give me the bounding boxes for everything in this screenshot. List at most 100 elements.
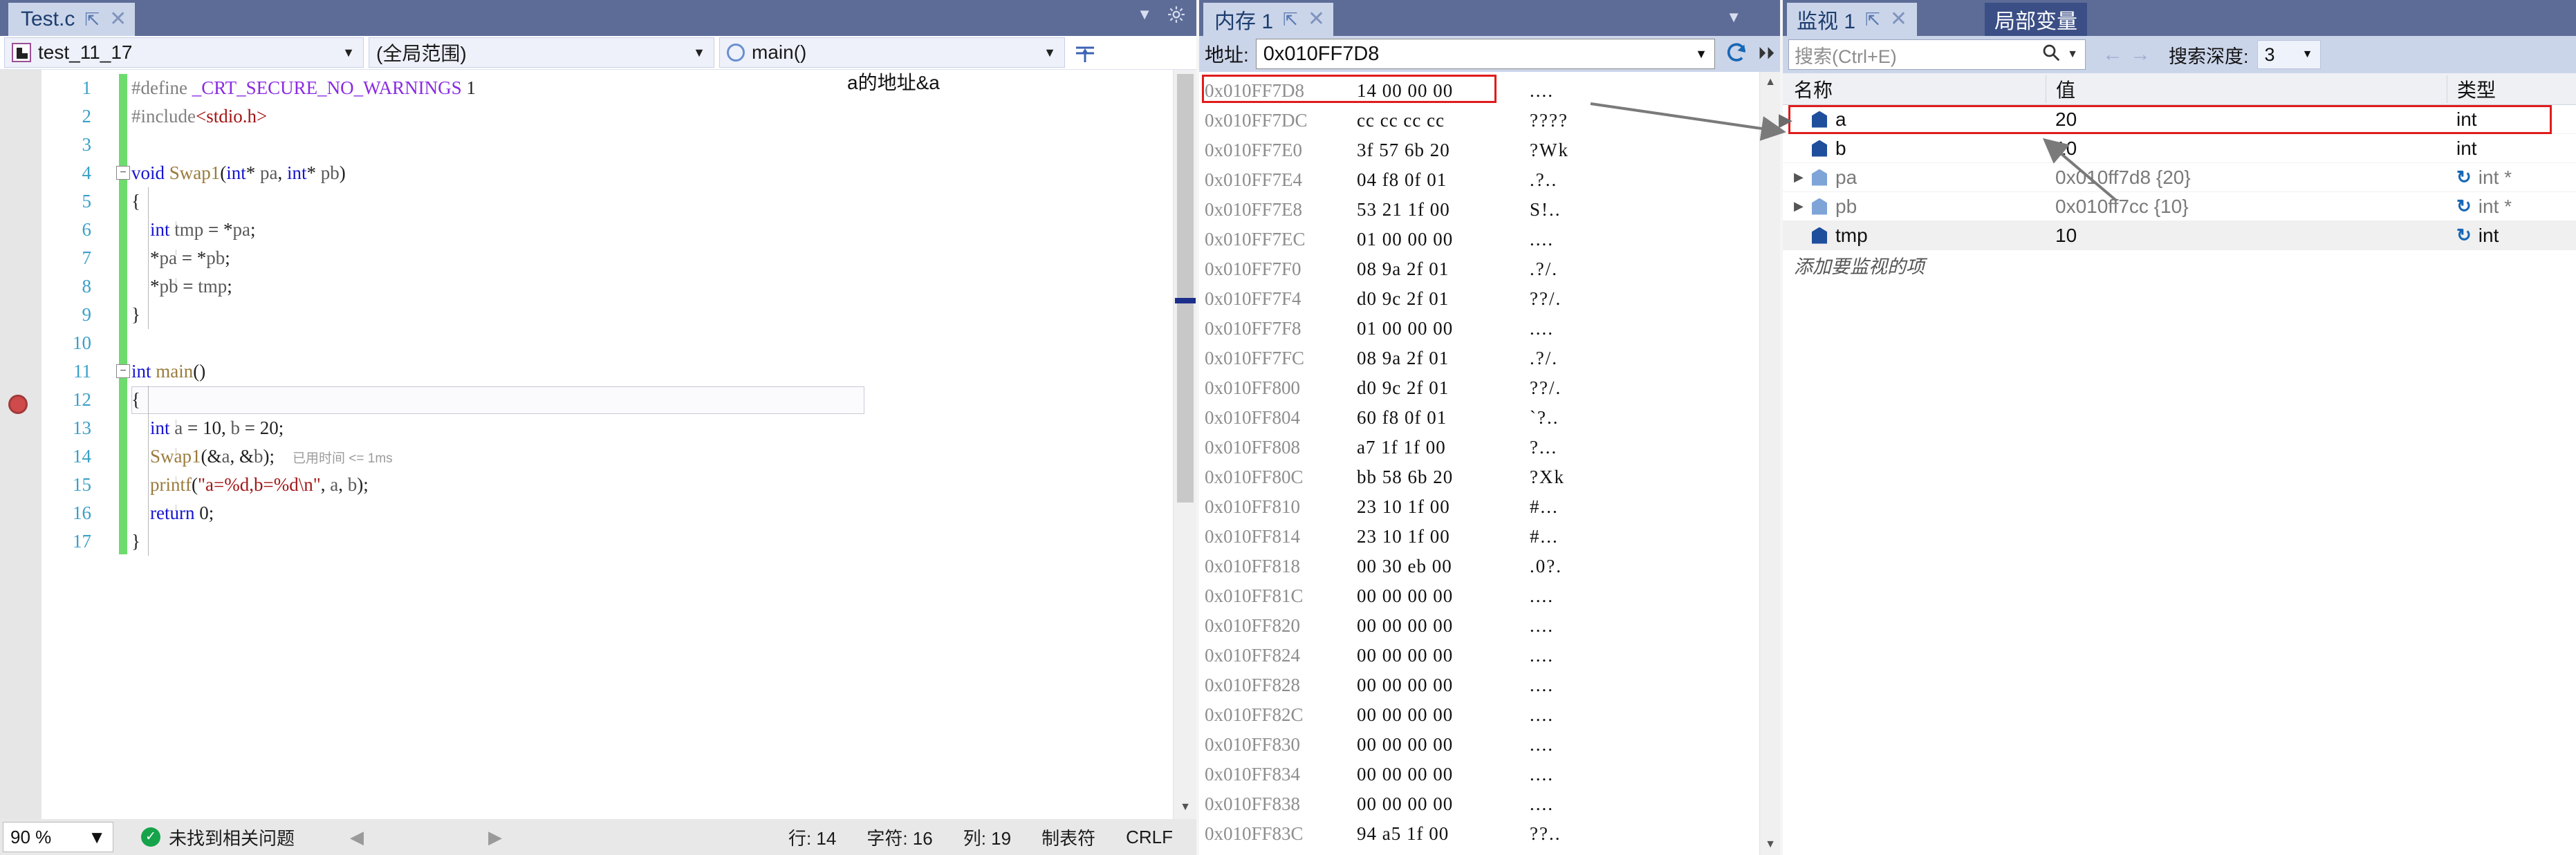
memory-row[interactable]: 0x010FF830 00 00 00 00.... — [1199, 730, 1759, 760]
memory-row[interactable]: 0x010FF814 23 10 1f 00 #... — [1199, 522, 1759, 552]
code-line[interactable]: { — [131, 187, 1169, 216]
memory-row[interactable]: 0x010FF834 00 00 00 00.... — [1199, 760, 1759, 789]
code-line[interactable]: printf("a=%d,b=%d\n", a, b); — [131, 471, 1169, 499]
tab-locals[interactable]: 局部变量 — [1985, 3, 2087, 36]
code-line[interactable]: − void Swap1(int* pa, int* pb) — [116, 159, 1169, 187]
function-selector[interactable]: main() ▼ — [719, 37, 1065, 68]
memory-row[interactable]: 0x010FF82C 00 00 00 00.... — [1199, 700, 1759, 730]
scroll-up-icon[interactable]: ▲ — [1760, 72, 1781, 93]
memory-address-input[interactable]: 0x010FF7D8 ▼ — [1255, 39, 1715, 69]
code-line[interactable]: int tmp = *pa; — [131, 216, 1169, 244]
watch-row[interactable]: ▶ pb 0x010ff7cc {10} ↻ int * — [1783, 192, 2576, 221]
memory-row[interactable]: 0x010FF800 d0 9c 2f 01 ??/. — [1199, 373, 1759, 403]
memory-row[interactable]: 0x010FF81C 00 00 00 00.... — [1199, 581, 1759, 611]
memory-row[interactable]: 0x010FF818 00 30 eb 00 .0?. — [1199, 552, 1759, 581]
column-header-name[interactable]: 名称 — [1783, 75, 2046, 103]
editor-scrollbar[interactable]: ▼ — [1173, 70, 1196, 819]
code-line[interactable]: *pb = tmp; — [131, 272, 1169, 301]
column-header-value[interactable]: 值 — [2046, 75, 2447, 103]
expand-arrow-icon[interactable]: ▶ — [1794, 199, 1812, 214]
chevron-down-icon[interactable]: ▼ — [1695, 47, 1707, 62]
editor-text-area[interactable]: 1 2 3 4 5 6 7 8 9 10 11 12 13 14 15 16 17 #define _CRT_S… — [0, 69, 1196, 819]
code-line[interactable]: return 0; — [131, 499, 1169, 527]
code-line[interactable]: { — [131, 386, 1169, 414]
step-out-button[interactable] — [1071, 37, 1100, 68]
pin-icon[interactable]: ⇱ — [84, 10, 100, 28]
memory-row[interactable]: 0x010FF804 60 f8 0f 01 `?.. — [1199, 403, 1759, 433]
watch-row[interactable]: b 10 int — [1783, 134, 2576, 163]
memory-row[interactable]: 0x010FF820 00 00 00 00.... — [1199, 611, 1759, 641]
watch-rows[interactable]: a 20 int b 10 int ▶ pa 0x010ff7d8 {20} ↻ int * ▶ pb 0… — [1783, 105, 2576, 279]
search-back-icon[interactable]: ← — [2102, 43, 2123, 66]
watch-row[interactable]: a 20 int — [1783, 105, 2576, 134]
tab-memory-1[interactable]: 内存 1 ⇱ ✕ — [1203, 3, 1333, 36]
close-icon[interactable]: ✕ — [1890, 9, 1907, 30]
source-code[interactable]: #define _CRT_SECURE_NO_WARNINGS 1 #includ… — [116, 74, 1169, 556]
issues-status[interactable]: ✓ 未找到相关问题 — [141, 825, 295, 850]
watch-value[interactable]: 0x010ff7d8 {20} — [2046, 167, 2447, 189]
chevron-down-icon[interactable]: ▼ — [1137, 6, 1152, 24]
chevron-down-icon[interactable]: ▼ — [693, 46, 705, 60]
watch-value[interactable]: 20 — [2046, 109, 2447, 131]
memory-row[interactable]: 0x010FF808 a7 1f 1f 00?... — [1199, 433, 1759, 462]
memory-row[interactable]: 0x010FF7E4 04 f8 0f 01.?.. — [1199, 165, 1759, 195]
refresh-icon[interactable]: ↻ — [2456, 167, 2472, 188]
column-header-type[interactable]: 类型 — [2447, 75, 2576, 103]
memory-row[interactable]: 0x010FF7E0 3f 57 6b 20 ?Wk — [1199, 135, 1759, 165]
watch-value[interactable]: 0x010ff7cc {10} — [2046, 196, 2447, 218]
watch-value[interactable]: 10 — [2046, 225, 2447, 247]
memory-row[interactable]: 0x010FF828 00 00 00 00.... — [1199, 670, 1759, 700]
chevron-down-icon[interactable]: ▼ — [342, 46, 355, 60]
pin-icon[interactable]: ⇱ — [1283, 10, 1298, 28]
close-icon[interactable]: ✕ — [109, 9, 127, 30]
memory-row[interactable]: 0x010FF7F8 01 00 00 00.... — [1199, 314, 1759, 344]
breakpoint-marker[interactable] — [8, 395, 28, 414]
code-line[interactable] — [131, 329, 1169, 357]
code-line[interactable]: int a = 10, b = 20; — [131, 414, 1169, 442]
gear-icon[interactable] — [1167, 6, 1185, 24]
memory-row[interactable]: 0x010FF83C 94 a5 1f 00??.. — [1199, 819, 1759, 849]
code-line[interactable]: #define _CRT_SECURE_NO_WARNINGS 1 — [131, 74, 1169, 102]
refresh-icon[interactable]: ↻ — [2456, 225, 2472, 246]
tab-watch-1[interactable]: 监视 1 ⇱ ✕ — [1787, 3, 1917, 36]
refresh-icon[interactable]: ↻ — [2456, 196, 2472, 217]
memory-row[interactable]: 0x010FF80C bb 58 6b 20 ?Xk — [1199, 462, 1759, 492]
zoom-level-selector[interactable]: 90 % ▼ — [3, 822, 113, 852]
memory-row[interactable]: 0x010FF7EC 01 00 00 00.... — [1199, 225, 1759, 254]
glyph-margin[interactable] — [0, 70, 41, 819]
project-selector[interactable]: test_11_17 ▼ — [4, 37, 364, 68]
tab-test-c[interactable]: Test.c ⇱ ✕ — [8, 3, 136, 36]
code-line[interactable]: #include<stdio.h> — [131, 102, 1169, 131]
close-icon[interactable]: ✕ — [1308, 9, 1325, 30]
prev-issue-icon[interactable]: ◀ — [350, 827, 364, 848]
status-tabs[interactable]: 制表符 — [1041, 825, 1095, 850]
chevron-down-icon[interactable]: ▼ — [2302, 48, 2313, 61]
scroll-down-icon[interactable]: ▼ — [1174, 796, 1197, 819]
memory-scrollbar[interactable]: ▲ ▼ — [1759, 72, 1780, 855]
code-line[interactable]: − int main() — [116, 357, 1169, 386]
memory-row[interactable]: 0x010FF838 00 00 00 00.... — [1199, 789, 1759, 819]
memory-row[interactable]: 0x010FF7DC cc cc cc cc???? — [1199, 106, 1759, 135]
memory-row[interactable]: 0x010FF810 23 10 1f 00 #... — [1199, 492, 1759, 522]
scroll-down-icon[interactable]: ▼ — [1760, 834, 1781, 855]
chevron-down-icon[interactable]: ▼ — [1726, 8, 1741, 26]
next-issue-icon[interactable]: ▶ — [488, 827, 502, 848]
code-line[interactable]: *pa = *pb; — [131, 244, 1169, 272]
add-watch-item[interactable]: 添加要监视的项 — [1783, 250, 2576, 279]
memory-row[interactable]: 0x010FF7E8 53 21 1f 00 S!.. — [1199, 195, 1759, 225]
scrollbar-thumb[interactable] — [1177, 74, 1194, 502]
expand-arrow-icon[interactable]: ▶ — [1794, 170, 1812, 185]
memory-row[interactable]: 0x010FF824 00 00 00 00.... — [1199, 641, 1759, 670]
code-line[interactable]: Swap1(&a, &b); 已用时间 <= 1ms — [131, 442, 1169, 471]
memory-row[interactable]: 0x010FF7D8 14 00 00 00.... — [1199, 76, 1759, 106]
scope-selector[interactable]: (全局范围) ▼ — [369, 37, 714, 68]
watch-value[interactable]: 10 — [2046, 138, 2447, 160]
collapse-icon[interactable]: − — [116, 166, 130, 180]
code-line[interactable] — [131, 131, 1169, 159]
code-line[interactable]: } — [131, 527, 1169, 556]
search-icon[interactable] — [2041, 42, 2061, 68]
memory-grid[interactable]: 0x010FF7D8 14 00 00 00.... 0x010FF7DC cc cc… — [1199, 75, 1759, 855]
watch-row[interactable]: tmp 10 ↻ int — [1783, 221, 2576, 250]
chevron-down-icon[interactable]: ▼ — [88, 827, 106, 848]
code-line[interactable]: } — [131, 301, 1169, 329]
